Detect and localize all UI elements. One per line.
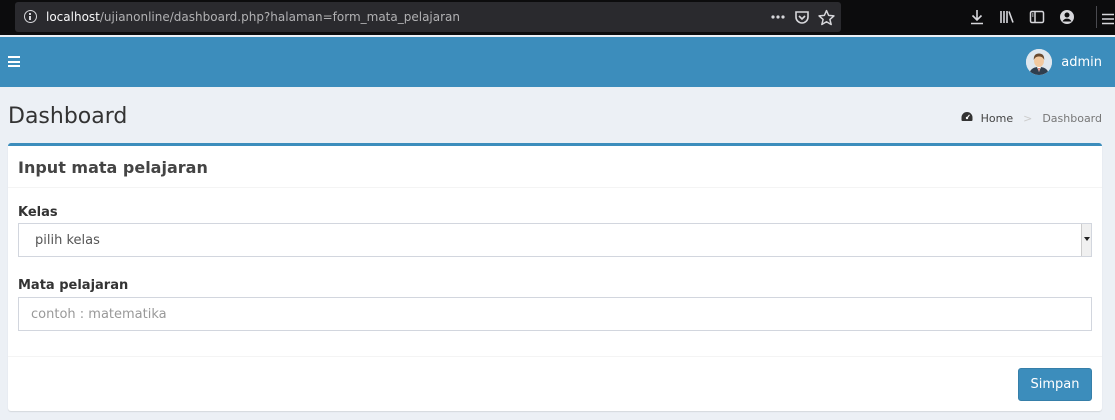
toolbar-divider [1096, 6, 1097, 28]
url-text[interactable]: localhost/ujianonline/dashboard.php?hala… [46, 10, 460, 24]
account-icon[interactable] [1052, 9, 1082, 25]
mapel-input[interactable] [18, 297, 1092, 331]
chevron-down-icon[interactable] [1081, 224, 1091, 256]
breadcrumb-home-label[interactable]: Home [981, 112, 1013, 126]
breadcrumb-home[interactable]: Home [961, 111, 1013, 126]
sidebar-icon[interactable] [1022, 9, 1052, 25]
box-header: Input mata pelajaran [8, 146, 1102, 188]
address-bar[interactable]: localhost/ujianonline/dashboard.php?hala… [15, 2, 841, 32]
pocket-icon[interactable] [794, 9, 810, 25]
box-title: Input mata pelajaran [18, 158, 208, 177]
menu-icon[interactable] [1102, 10, 1114, 29]
kelas-select-value: pilih kelas [35, 233, 100, 248]
sidebar-toggle-icon[interactable] [8, 56, 20, 67]
box-footer: Simpan [8, 356, 1102, 411]
kelas-label: Kelas [18, 205, 58, 220]
mapel-label: Mata pelajaran [18, 278, 129, 293]
breadcrumb-separator: > [1023, 111, 1033, 125]
page-title: Dashboard [8, 104, 128, 129]
breadcrumb: Home > Dashboard [961, 111, 1102, 126]
download-icon[interactable] [962, 9, 992, 25]
user-name[interactable]: admin [1061, 55, 1102, 70]
app-header: admin [0, 37, 1115, 87]
kelas-select[interactable]: pilih kelas [18, 223, 1092, 257]
form-box: Input mata pelajaran Kelas pilih kelas M… [8, 143, 1102, 411]
library-icon[interactable] [992, 9, 1022, 25]
user-menu[interactable]: admin [1026, 48, 1102, 76]
avatar[interactable] [1026, 49, 1053, 75]
dashboard-gauge-icon [961, 111, 981, 126]
breadcrumb-current: Dashboard [1042, 111, 1102, 125]
browser-toolbar: localhost/ujianonline/dashboard.php?hala… [0, 0, 1115, 35]
info-icon[interactable] [24, 10, 37, 23]
bookmark-star-icon[interactable] [818, 9, 835, 26]
simpan-button[interactable]: Simpan [1018, 368, 1092, 401]
more-icon[interactable] [770, 9, 786, 25]
